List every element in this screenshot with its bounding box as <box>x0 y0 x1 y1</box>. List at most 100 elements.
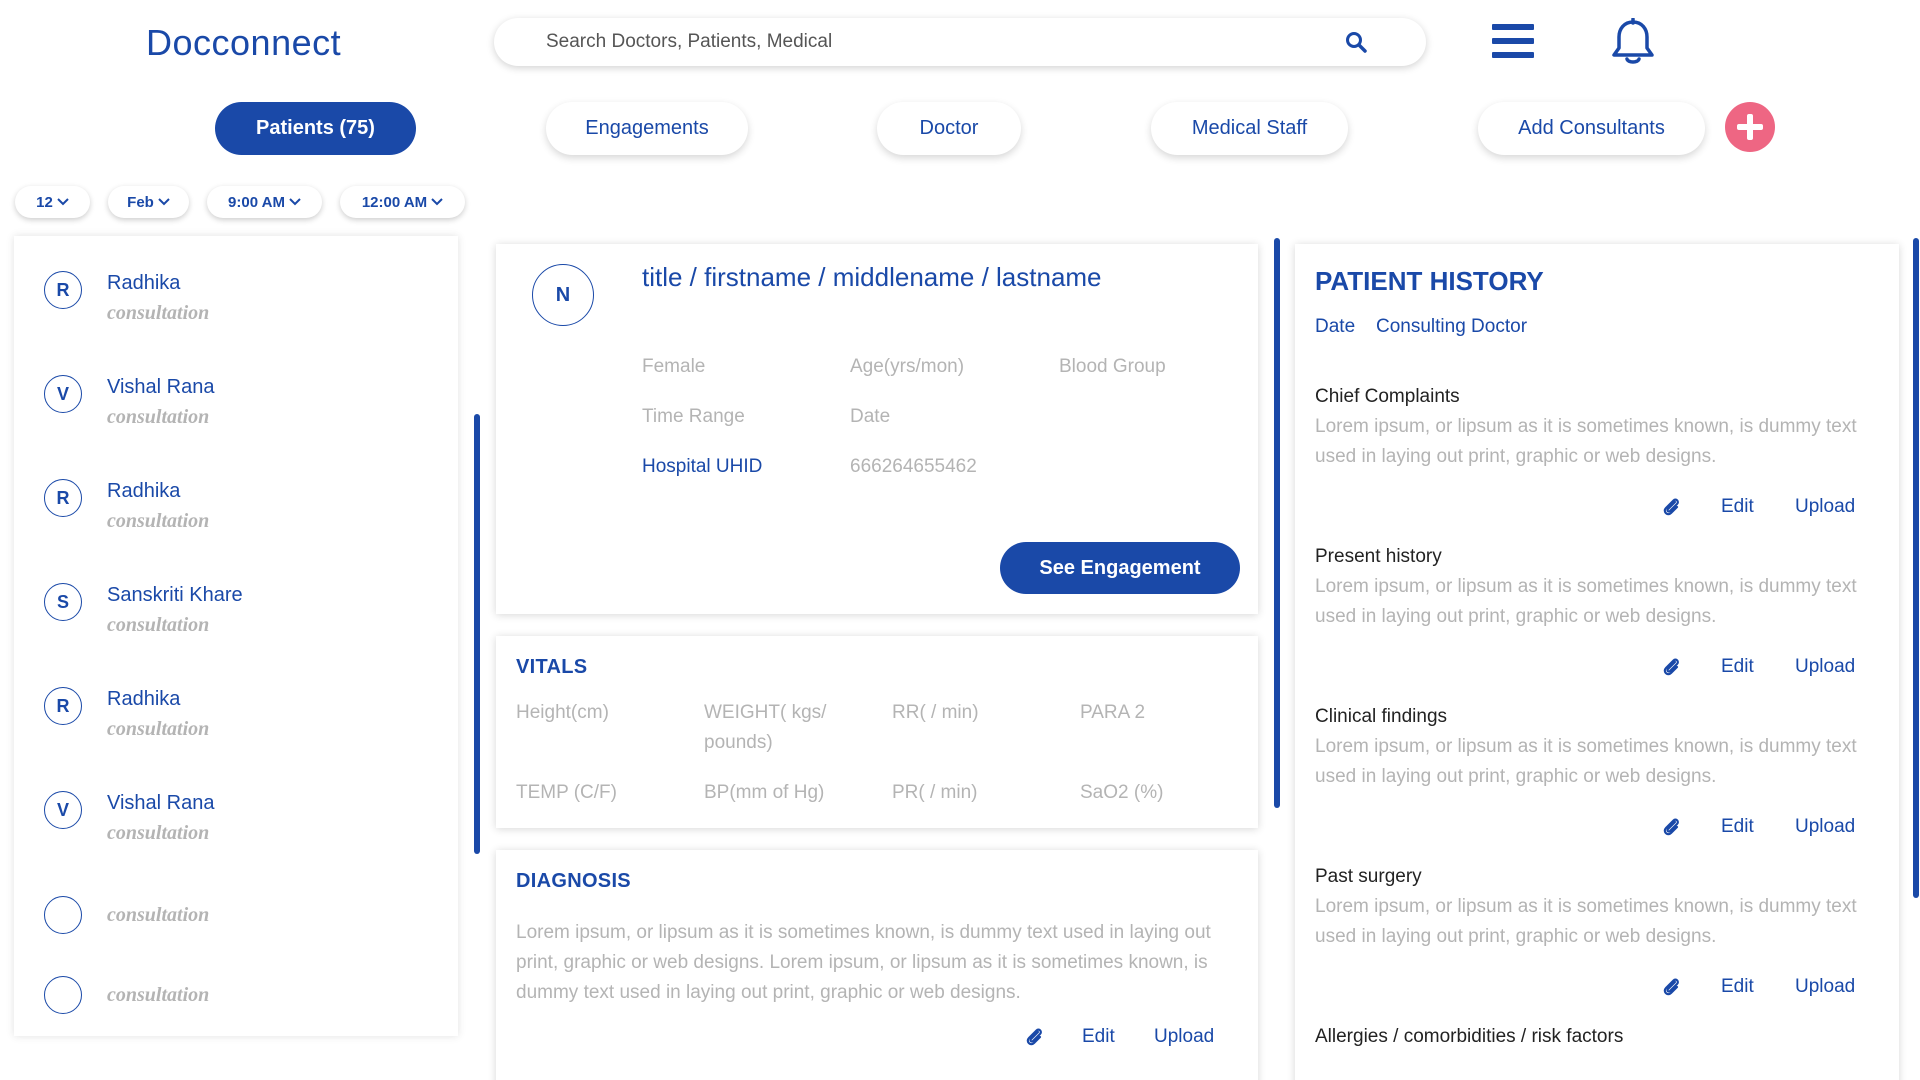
chief-complaints-upload-link[interactable]: Upload <box>1795 496 1855 518</box>
patient-name: Vishal Rana <box>107 376 215 398</box>
tab-patients[interactable]: Patients (75) <box>215 102 416 155</box>
clinical-findings-edit-link[interactable]: Edit <box>1721 816 1754 838</box>
day-select[interactable]: 12 <box>15 186 90 218</box>
search-input[interactable] <box>494 18 1426 66</box>
chevron-down-icon <box>57 198 69 206</box>
chief-complaints-heading: Chief Complaints <box>1315 386 1460 407</box>
search-bar[interactable] <box>494 18 1426 66</box>
avatar: R <box>44 687 82 725</box>
to-time-select[interactable]: 12:00 AM <box>340 186 465 218</box>
tab-engagements[interactable]: Engagements <box>546 102 748 155</box>
bp-field: BP(mm of Hg) <box>704 782 825 803</box>
chief-complaints-text: Lorem ipsum, or lipsum as it is sometime… <box>1315 416 1857 467</box>
search-icon[interactable] <box>1344 30 1368 54</box>
vitals-title: VITALS <box>516 656 588 678</box>
past-surgery-edit-link[interactable]: Edit <box>1721 976 1754 998</box>
present-history-heading: Present history <box>1315 546 1442 567</box>
list-item[interactable]: R Radhika consultation <box>14 474 458 564</box>
day-value: 12 <box>36 193 53 211</box>
patient-name-title: title / firstname / middlename / lastnam… <box>642 262 1102 292</box>
avatar: V <box>44 791 82 829</box>
allergies-heading: Allergies / comorbidities / risk factors <box>1315 1026 1624 1047</box>
diagnosis-text: Lorem ipsum, or lipsum as it is sometime… <box>516 922 1211 1003</box>
patient-type: consultation <box>107 510 210 532</box>
chief-complaints-edit-link[interactable]: Edit <box>1721 496 1754 518</box>
weight-field-unit: pounds) <box>704 732 773 753</box>
patient-list: R Radhika consultation V Vishal Rana con… <box>14 236 458 1036</box>
rr-field: RR( / min) <box>892 702 979 723</box>
history-consulting-doctor-link[interactable]: Consulting Doctor <box>1376 316 1527 338</box>
sao2-field: SaO2 (%) <box>1080 782 1164 803</box>
avatar <box>44 976 82 1014</box>
paperclip-icon[interactable] <box>1661 656 1681 678</box>
list-item[interactable]: V Vishal Rana consultation <box>14 370 458 460</box>
app-brand: Docconnect <box>146 22 342 63</box>
see-engagement-button[interactable]: See Engagement <box>1000 542 1240 594</box>
tab-medical-staff[interactable]: Medical Staff <box>1151 102 1348 155</box>
from-time-select[interactable]: 9:00 AM <box>207 186 322 218</box>
from-time-value: 9:00 AM <box>228 193 285 211</box>
past-surgery-text: Lorem ipsum, or lipsum as it is sometime… <box>1315 896 1857 947</box>
hamburger-menu-icon[interactable] <box>1492 22 1534 60</box>
patient-type: consultation <box>107 614 210 636</box>
present-history-upload-link[interactable]: Upload <box>1795 656 1855 678</box>
clinical-findings-heading: Clinical findings <box>1315 706 1448 727</box>
notification-bell-icon[interactable] <box>1610 18 1656 66</box>
avatar: S <box>44 583 82 621</box>
time-range-field: Time Range <box>642 406 745 427</box>
history-date-link[interactable]: Date <box>1315 316 1355 338</box>
middle-scrollbar[interactable] <box>1274 238 1280 808</box>
month-value: Feb <box>127 193 154 211</box>
list-item[interactable]: consultation <box>14 896 458 986</box>
present-history-text: Lorem ipsum, or lipsum as it is sometime… <box>1315 576 1857 627</box>
patient-name: Radhika <box>107 688 181 710</box>
avatar: R <box>44 271 82 309</box>
past-surgery-upload-link[interactable]: Upload <box>1795 976 1855 998</box>
gender-field: Female <box>642 356 706 377</box>
paperclip-icon[interactable] <box>1661 816 1681 838</box>
patient-name: Sanskriti Khare <box>107 584 243 606</box>
patient-name: Vishal Rana <box>107 792 215 814</box>
para-field: PARA 2 <box>1080 702 1146 723</box>
present-history-edit-link[interactable]: Edit <box>1721 656 1754 678</box>
patient-profile-card: N title / firstname / middlename / lastn… <box>496 244 1258 614</box>
list-scrollbar[interactable] <box>474 414 480 854</box>
patient-type: consultation <box>107 822 210 844</box>
profile-avatar: N <box>532 264 594 326</box>
list-item[interactable]: R Radhika consultation <box>14 682 458 772</box>
avatar: R <box>44 479 82 517</box>
patient-type: consultation <box>107 302 210 324</box>
history-scrollbar[interactable] <box>1913 238 1919 898</box>
diagnosis-title: DIAGNOSIS <box>516 870 631 892</box>
list-item[interactable]: R Radhika consultation <box>14 266 458 356</box>
patient-name: Radhika <box>107 272 181 294</box>
past-surgery-heading: Past surgery <box>1315 866 1422 887</box>
patient-type: consultation <box>107 718 210 740</box>
age-field: Age(yrs/mon) <box>850 356 965 377</box>
patient-type: consultation <box>107 904 210 926</box>
list-item[interactable]: V Vishal Rana consultation <box>14 786 458 876</box>
diagnosis-upload-link[interactable]: Upload <box>1154 1026 1214 1048</box>
diagnosis-card: DIAGNOSIS Lorem ipsum, or lipsum as it i… <box>496 850 1258 1080</box>
patient-name: Radhika <box>107 480 181 502</box>
patient-history-card: PATIENT HISTORY Date Consulting Doctor C… <box>1295 244 1899 1080</box>
vitals-card: VITALS Height(cm) WEIGHT( kgs/ pounds) R… <box>496 636 1258 828</box>
tab-doctor[interactable]: Doctor <box>877 102 1021 155</box>
avatar: V <box>44 375 82 413</box>
clinical-findings-text: Lorem ipsum, or lipsum as it is sometime… <box>1315 736 1857 787</box>
uhid-value: 666264655462 <box>850 456 977 477</box>
clinical-findings-upload-link[interactable]: Upload <box>1795 816 1855 838</box>
blood-group-field: Blood Group <box>1059 356 1166 377</box>
month-select[interactable]: Feb <box>108 186 189 218</box>
paperclip-icon[interactable] <box>1024 1026 1044 1048</box>
paperclip-icon[interactable] <box>1661 496 1681 518</box>
tab-add-consultants[interactable]: Add Consultants <box>1478 102 1705 155</box>
chevron-down-icon <box>158 198 170 206</box>
list-item[interactable]: S Sanskriti Khare consultation <box>14 578 458 668</box>
patient-history-title: PATIENT HISTORY <box>1315 266 1544 296</box>
paperclip-icon[interactable] <box>1661 976 1681 998</box>
diagnosis-edit-link[interactable]: Edit <box>1082 1026 1115 1048</box>
chevron-down-icon <box>431 198 443 206</box>
list-item[interactable]: consultation <box>14 976 458 1036</box>
add-plus-icon[interactable] <box>1725 102 1775 152</box>
